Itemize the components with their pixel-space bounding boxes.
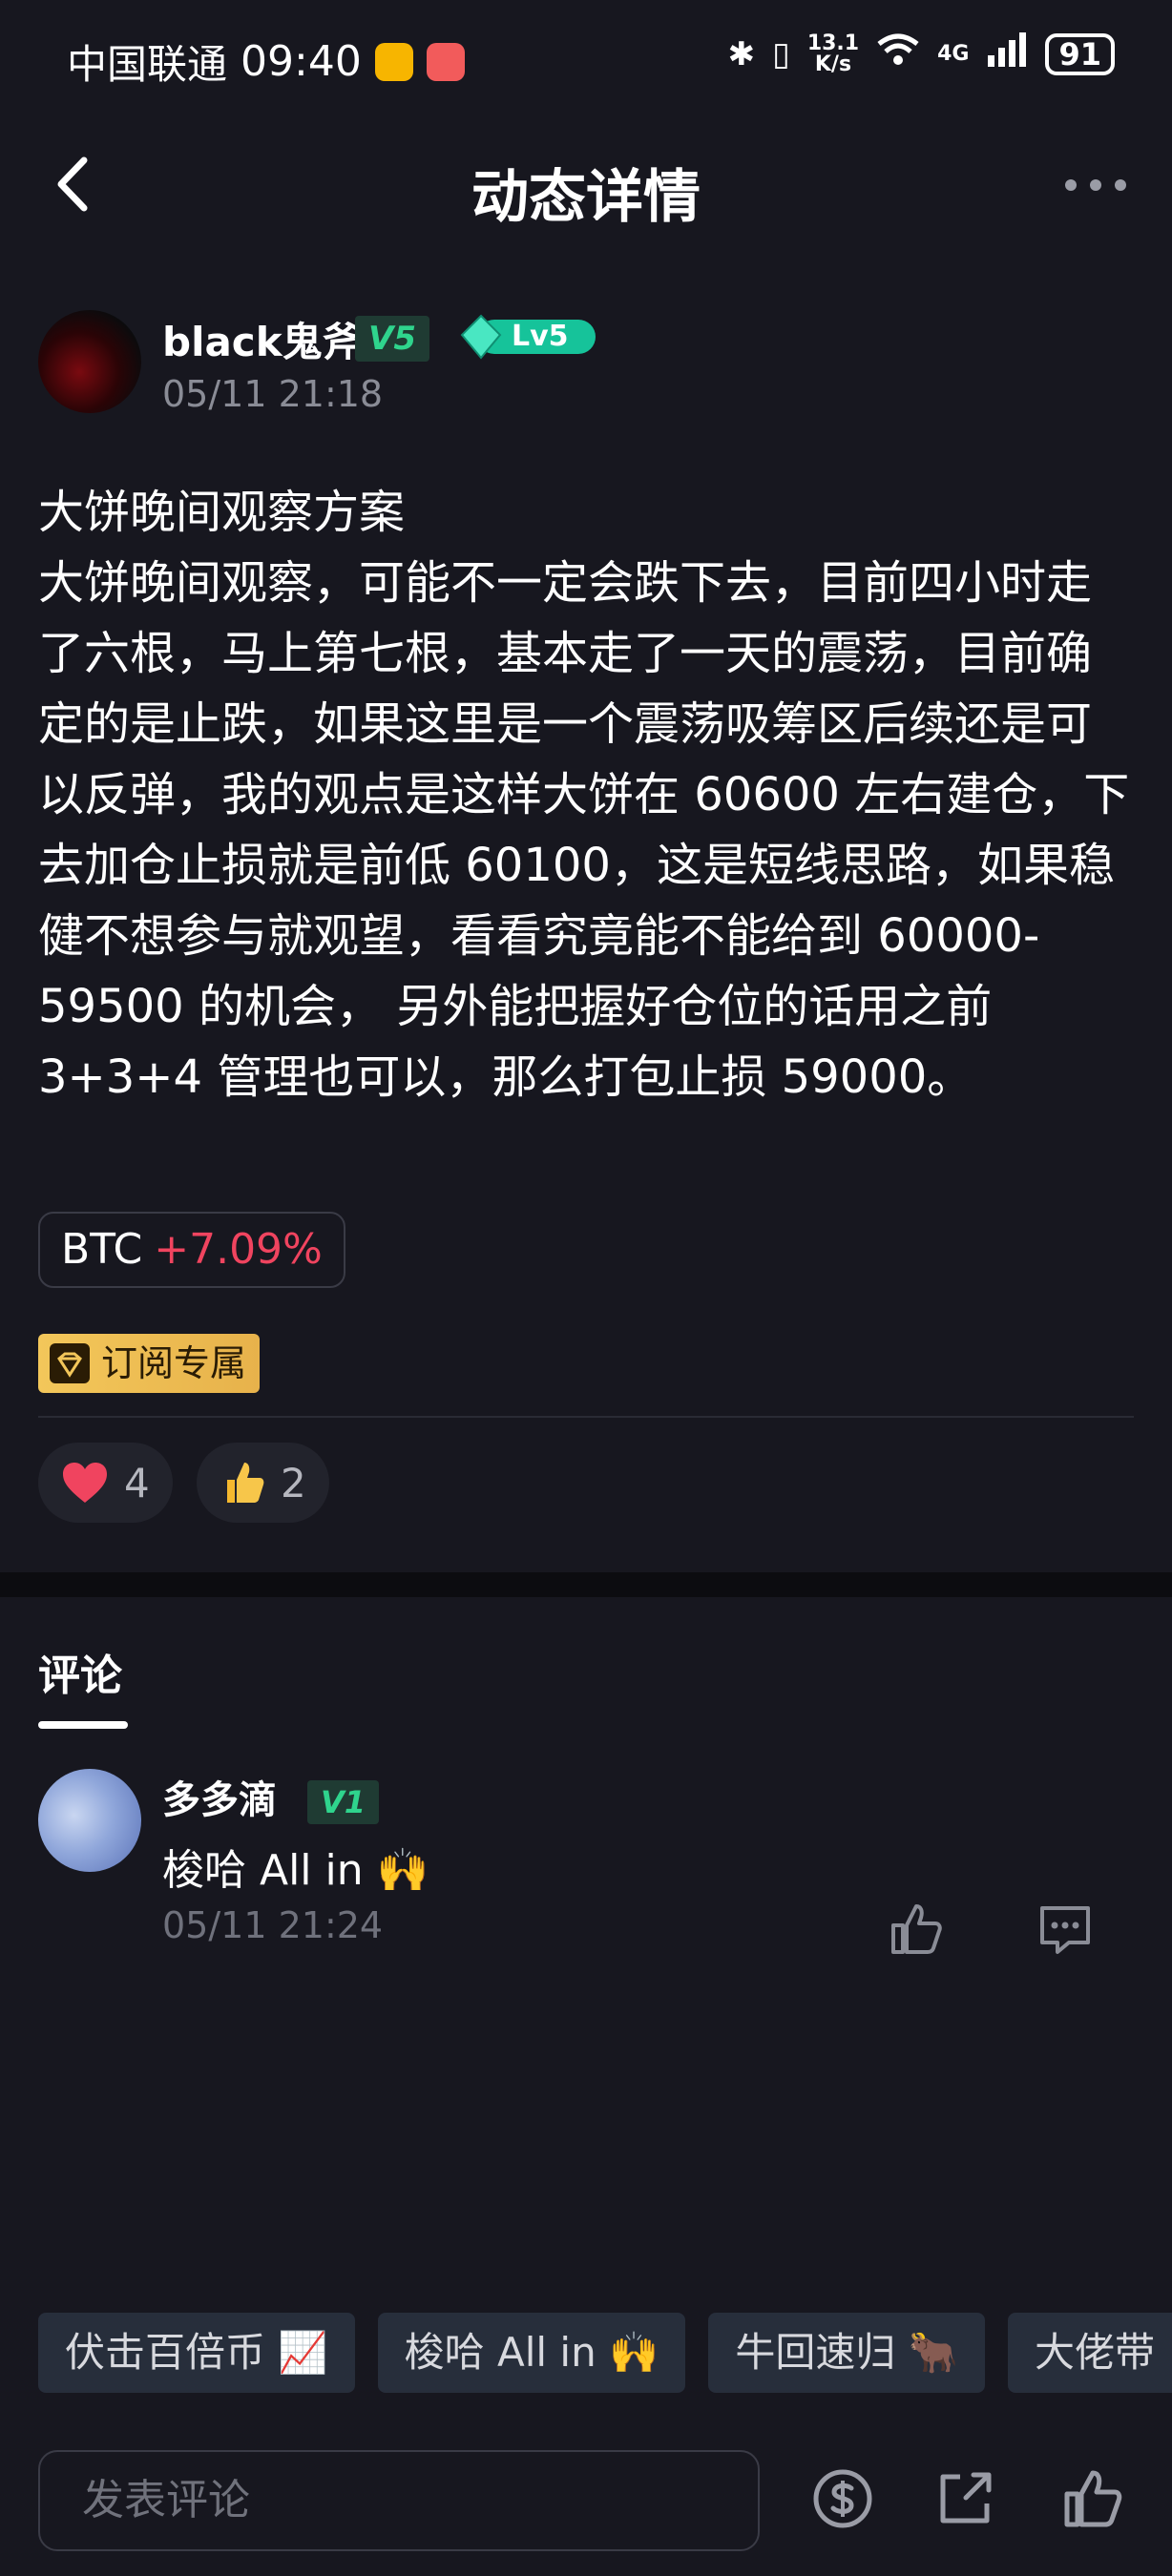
share-button[interactable] (931, 2465, 998, 2532)
subscriber-only-label: 订阅专属 (101, 1342, 247, 1384)
tab-comments[interactable]: 评论 (38, 1641, 122, 1702)
signal-icon (986, 32, 1028, 75)
quick-reply-chips: 伏击百倍币 📈 梭哈 All in 🙌 牛回速归 🐂 大佬带 (38, 2313, 1172, 2395)
author-name[interactable]: black鬼斧 (162, 310, 363, 368)
nav-bar: 动态详情 (0, 124, 1172, 248)
coin-symbol: BTC (61, 1225, 143, 1274)
comment-like-button[interactable] (886, 1899, 947, 1960)
net-speed-unit: K/s (814, 52, 852, 76)
coin-change: +7.09% (154, 1225, 323, 1274)
post-content: 大饼晚间观察方案 大饼晚间观察，可能不一定会跌下去，目前四小时走了六根，马上第七… (38, 477, 1136, 1112)
level-label: Lv5 (512, 320, 569, 353)
commenter-name-text: 多多滴 (162, 1778, 277, 1822)
status-left: 中国联通 09:40 (67, 32, 465, 91)
comment-reply-button[interactable] (1035, 1899, 1096, 1960)
quick-reply-chip[interactable]: 伏击百倍币 📈 (38, 2313, 355, 2393)
coin-tag-btc[interactable]: BTC +7.09% (38, 1212, 345, 1288)
comment-text: 梭哈 All in 🙌 (162, 1846, 429, 1895)
coin-icon (813, 2469, 872, 2528)
page-title: 动态详情 (471, 164, 701, 231)
vibrate-icon: ▯ (772, 34, 790, 73)
bluetooth-icon: ✱ (727, 34, 756, 73)
notes-app-icon (426, 42, 465, 81)
comment-input[interactable]: 发表评论 (38, 2450, 760, 2551)
carrier-label: 中国联通 (67, 41, 228, 88)
thumbs-up-icon (891, 1904, 942, 1954)
commenter-name[interactable]: 多多滴 V1 (162, 1769, 379, 1824)
weibo-app-icon (374, 42, 413, 81)
thumbs-up-emoji-icon (227, 1463, 264, 1503)
post-body: 大饼晚间观察，可能不一定会跌下去，目前四小时走了六根，马上第七根，基本走了一天的… (38, 556, 1130, 1104)
reaction-thumbs-up[interactable]: 2 (197, 1443, 329, 1523)
divider (38, 1416, 1134, 1418)
author-header[interactable]: black鬼斧 V5 Lv5 05/11 21:18 (38, 310, 1136, 425)
reaction-heart[interactable]: 4 (38, 1443, 173, 1523)
more-dots-icon (1065, 179, 1126, 191)
quick-reply-chip[interactable]: 梭哈 All in 🙌 (377, 2313, 686, 2393)
network-type: 4G (937, 42, 970, 66)
author-avatar[interactable] (38, 310, 141, 413)
comment-timestamp: 05/11 21:24 (162, 1904, 384, 1946)
subscriber-only-badge: 订阅专属 (38, 1334, 261, 1393)
tip-button[interactable] (809, 2465, 876, 2532)
network-speed: 13.1 K/s (807, 32, 859, 76)
status-right: ✱ ▯ 13.1 K/s 4G 91 (728, 32, 1115, 75)
author-v-badge: V5 (355, 316, 429, 362)
share-icon (940, 2472, 992, 2524)
clock: 09:40 (241, 37, 362, 86)
author-level-badge: Lv5 (458, 314, 601, 360)
thumbs-up-icon (1064, 2470, 1122, 2527)
diamond-icon (50, 1343, 90, 1383)
section-divider (0, 1572, 1172, 1597)
status-bar: 中国联通 09:40 ✱ ▯ 13.1 K/s 4G 91 (0, 0, 1172, 114)
post-title: 大饼晚间观察方案 (38, 486, 406, 539)
post-timestamp: 05/11 21:18 (162, 373, 384, 415)
commenter-v-badge: V1 (306, 1780, 379, 1824)
more-options-button[interactable] (1057, 156, 1134, 214)
quick-reply-chip[interactable]: 大佬带 (1008, 2313, 1172, 2393)
heart-icon (63, 1463, 107, 1503)
commenter-avatar[interactable] (38, 1769, 141, 1872)
thumbs-up-count: 2 (281, 1459, 306, 1506)
like-post-button[interactable] (1059, 2465, 1126, 2532)
wifi-icon (876, 32, 920, 75)
chat-bubble-icon (1040, 1906, 1090, 1954)
battery-indicator: 91 (1045, 32, 1115, 75)
heart-count: 4 (124, 1459, 150, 1506)
quick-reply-chip[interactable]: 牛回速归 🐂 (708, 2313, 986, 2393)
tab-active-indicator (38, 1721, 128, 1729)
